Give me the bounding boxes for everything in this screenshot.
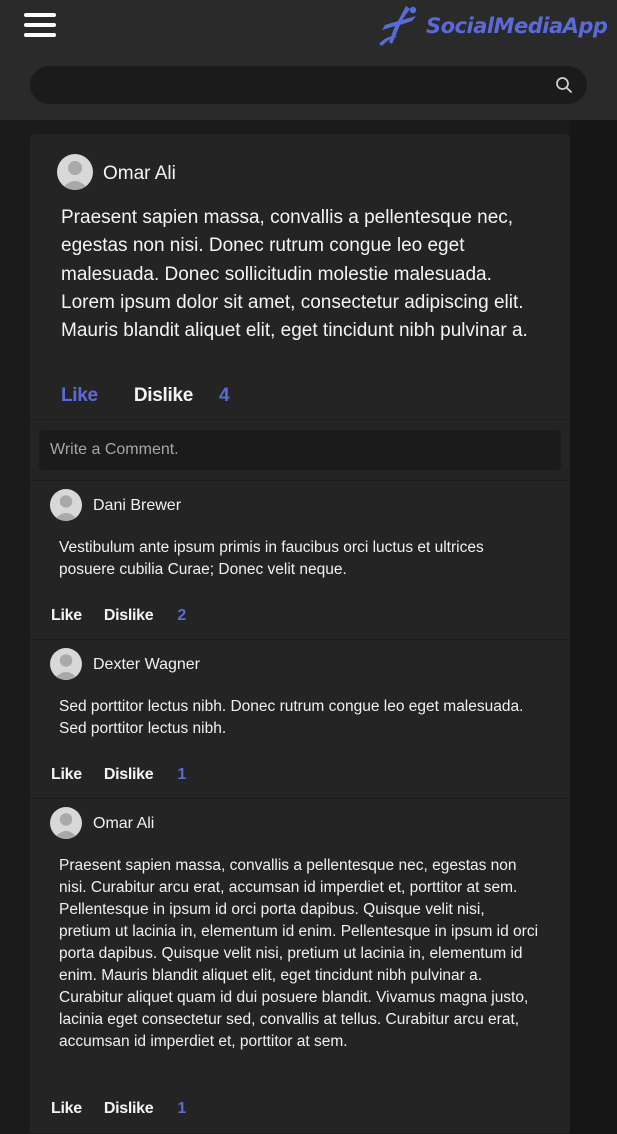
dislike-button[interactable]: Dislike — [104, 766, 154, 784]
comment-actions: Like Dislike 1 — [51, 764, 186, 786]
menu-line — [24, 33, 56, 37]
like-button[interactable]: Like — [51, 766, 82, 784]
dislike-button[interactable]: Dislike — [104, 607, 154, 625]
search-icon[interactable] — [555, 76, 573, 94]
comment-author[interactable]: Dani Brewer — [93, 497, 181, 515]
avatar[interactable] — [50, 807, 82, 839]
comment-author[interactable]: Dexter Wagner — [93, 656, 200, 674]
comment-body: Praesent sapien massa, convallis a pelle… — [59, 857, 539, 1050]
page-edge — [570, 120, 617, 1134]
avatar[interactable] — [50, 648, 82, 680]
like-button[interactable]: Like — [61, 385, 98, 407]
comment-actions: Like Dislike 2 — [51, 605, 186, 627]
post-body: Praesent sapien massa, convallis a pelle… — [61, 207, 528, 342]
brand-name: SocialMediaApp — [426, 14, 608, 38]
search-bar — [30, 66, 587, 104]
hamburger-menu-icon[interactable] — [24, 13, 56, 37]
brand-logo[interactable]: SocialMediaApp — [376, 4, 608, 50]
vote-count: 4 — [219, 385, 230, 406]
top-bar: SocialMediaApp — [0, 0, 617, 120]
comment-item: Omar Ali Praesent sapien massa, convalli… — [30, 799, 570, 1134]
dislike-button[interactable]: Dislike — [134, 385, 193, 407]
comment-body: Vestibulum ante ipsum primis in faucibus… — [59, 539, 484, 578]
comment-box — [30, 419, 570, 481]
dislike-button[interactable]: Dislike — [104, 1100, 154, 1118]
comment-input[interactable] — [39, 430, 561, 470]
comment-item: Dani Brewer Vestibulum ante ipsum primis… — [30, 481, 570, 640]
comment-author[interactable]: Omar Ali — [93, 815, 154, 833]
like-button[interactable]: Like — [51, 1100, 82, 1118]
like-button[interactable]: Like — [51, 607, 82, 625]
search-input[interactable] — [30, 66, 530, 104]
comment-actions: Like Dislike 1 — [51, 1098, 186, 1120]
post-actions: Like Dislike 4 — [61, 384, 230, 408]
comment-item: Dexter Wagner Sed porttitor lectus nibh.… — [30, 640, 570, 799]
vote-count: 2 — [177, 607, 187, 624]
avatar[interactable] — [57, 154, 93, 190]
avatar[interactable] — [50, 489, 82, 521]
vote-count: 1 — [177, 766, 187, 783]
menu-line — [24, 13, 56, 17]
menu-line — [24, 23, 56, 27]
vote-count: 1 — [177, 1100, 187, 1117]
post-author[interactable]: Omar Ali — [103, 163, 176, 185]
main-post: Omar Ali Praesent sapien massa, convalli… — [30, 134, 570, 419]
post-card: Omar Ali Praesent sapien massa, convalli… — [30, 134, 570, 1134]
comment-body: Sed porttitor lectus nibh. Donec rutrum … — [59, 698, 524, 737]
stylized-figure-logo-icon — [379, 6, 417, 46]
